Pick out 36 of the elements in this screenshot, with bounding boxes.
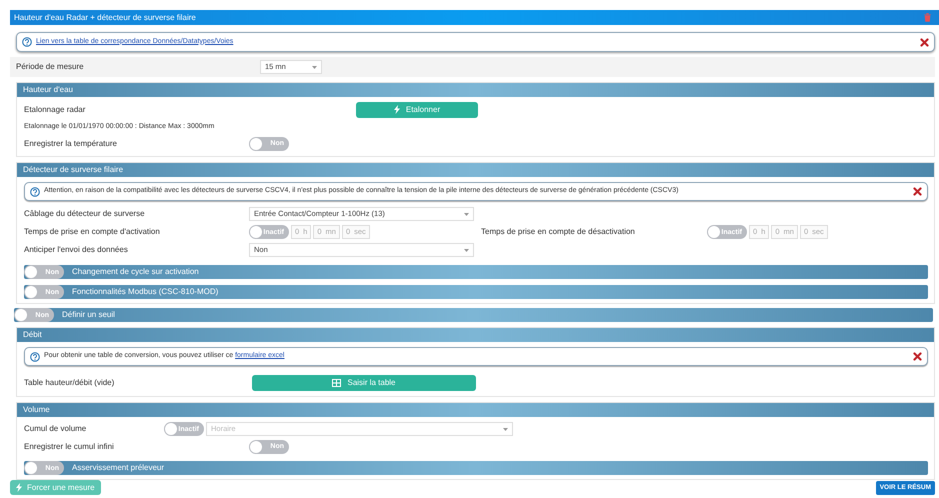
help-icon bbox=[30, 352, 40, 362]
section-header: Détecteur de surverse filaire bbox=[17, 163, 934, 177]
window-title: Hauteur d'eau Radar + détecteur de surverse filaire bbox=[14, 12, 196, 24]
field-label: Cumul de volume bbox=[24, 423, 88, 435]
caret-icon bbox=[464, 212, 469, 216]
field-label: Table hauteur/débit (vide) bbox=[24, 376, 116, 388]
field-label: Enregistrer le cumul infini bbox=[24, 440, 115, 452]
field-label: Temps de prise en compte d'activation bbox=[24, 226, 161, 238]
bar-label: Définir un seuil bbox=[62, 309, 115, 321]
force-measure-button[interactable]: Forcer une mesure bbox=[10, 480, 101, 495]
help-icon bbox=[30, 186, 40, 196]
field-label: Câblage du détecteur de surverse bbox=[24, 208, 146, 220]
field-label: Temps de prise en compte de désactivation bbox=[481, 226, 636, 238]
table-icon bbox=[332, 378, 342, 386]
section-header: Volume bbox=[17, 403, 934, 417]
bolt-icon bbox=[16, 483, 22, 492]
caret-icon bbox=[464, 248, 469, 252]
action-button[interactable]: Saisir la table bbox=[252, 374, 476, 390]
action-button[interactable]: Etalonner bbox=[356, 102, 478, 118]
section-header: Hauteur d'eau bbox=[17, 83, 934, 97]
close-icon bbox=[920, 38, 929, 46]
caret-icon bbox=[312, 66, 317, 68]
close-icon bbox=[913, 352, 922, 361]
field-label: Période de mesure bbox=[16, 61, 85, 73]
bar-label: Changement de cycle sur activation bbox=[72, 266, 199, 278]
bar-label: Fonctionnalités Modbus (CSC-810-MOD) bbox=[72, 286, 218, 298]
help-icon bbox=[22, 37, 32, 47]
bar-label: Asservissement préleveur bbox=[72, 462, 164, 474]
bolt-icon bbox=[394, 105, 400, 114]
close-icon bbox=[913, 187, 922, 196]
section-header: Débit bbox=[17, 328, 934, 342]
field-label: Enregistrer la température bbox=[24, 138, 118, 150]
field-label: Etalonnage radar bbox=[24, 104, 86, 116]
trash-icon bbox=[924, 13, 931, 22]
field-label: Anticiper l'envoi des données bbox=[24, 244, 129, 256]
caret-icon bbox=[503, 428, 508, 430]
